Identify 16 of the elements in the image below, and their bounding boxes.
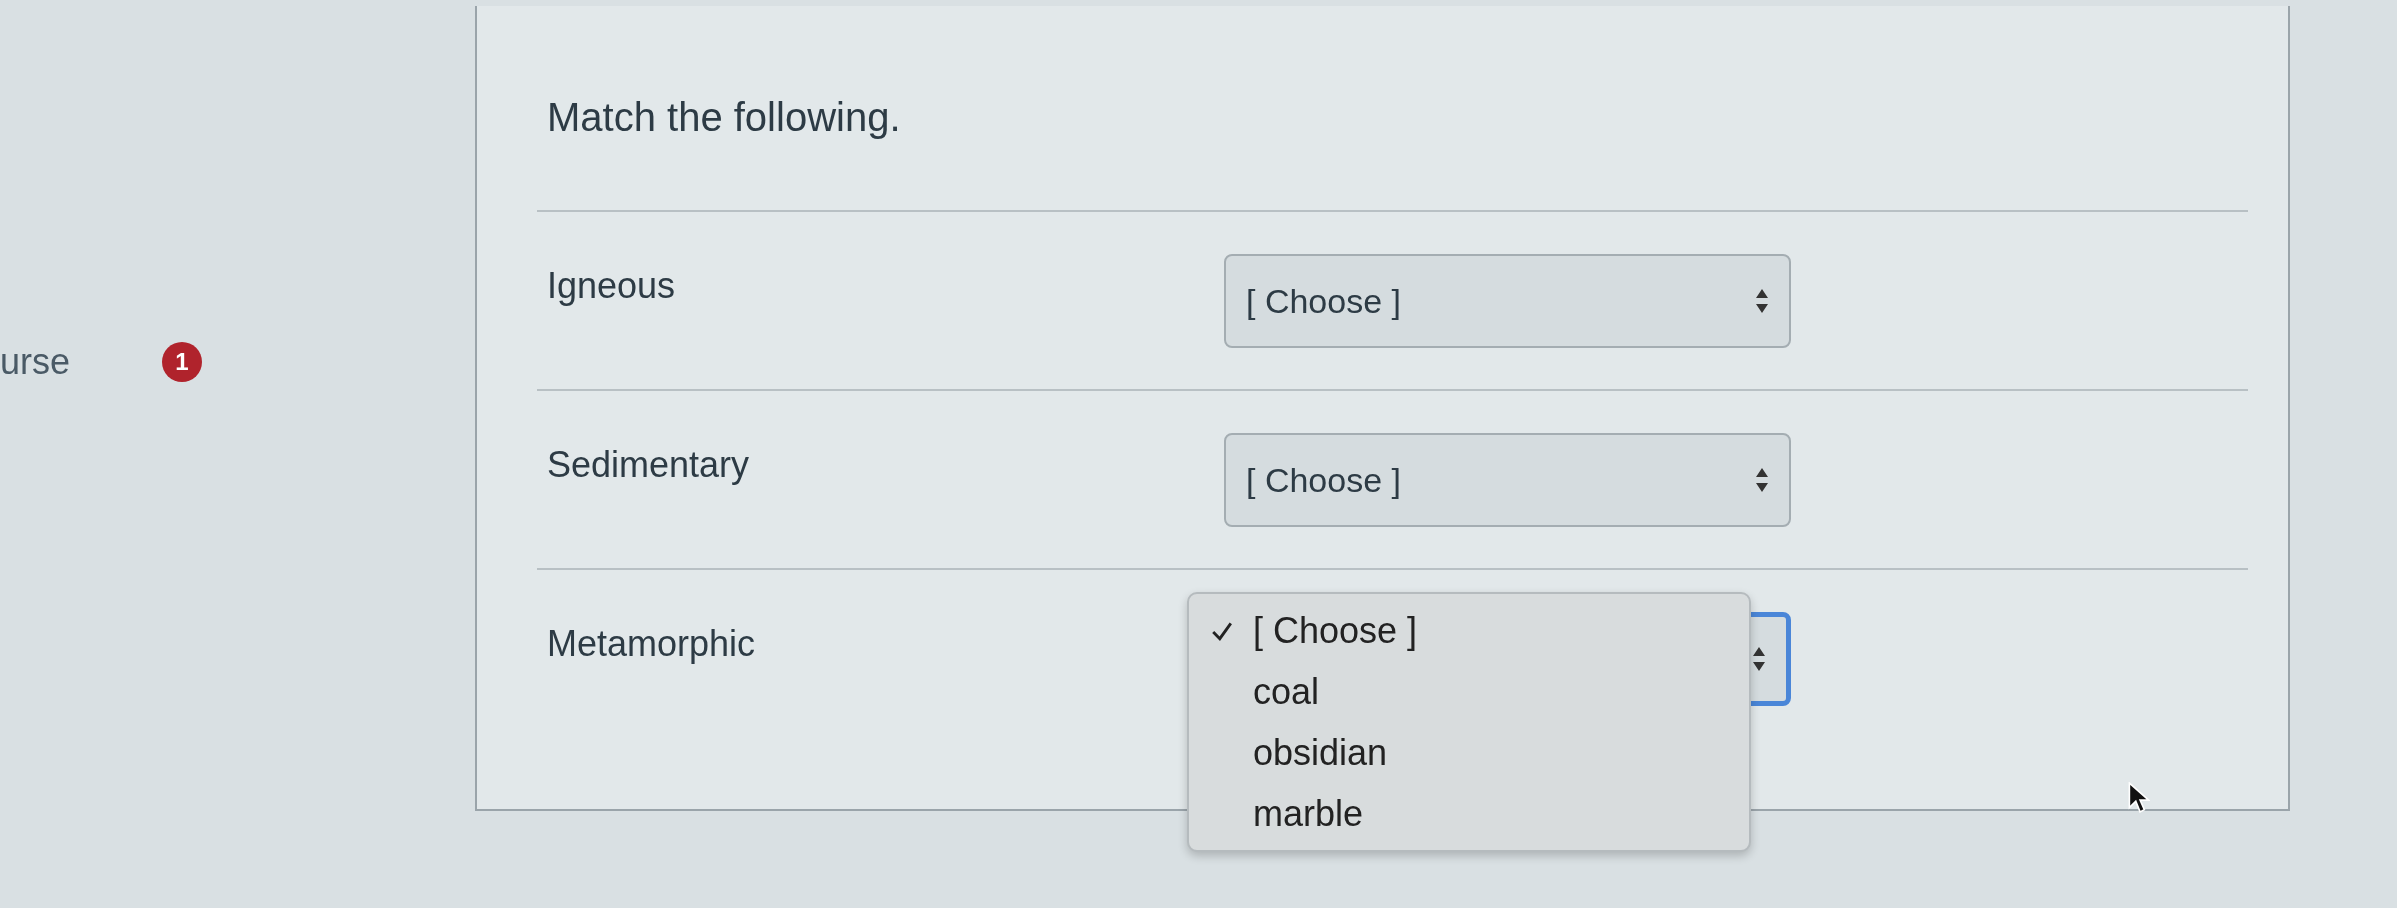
nav-link[interactable]: urse [0,340,71,384]
sort-arrows-icon [1752,646,1766,672]
answer-label: Metamorphic [547,623,756,664]
answer-dropdown[interactable]: [ Choose ] [1224,254,1791,348]
dropdown-option[interactable]: [ Choose ] [1253,609,1418,652]
answer-label: Igneous [547,265,676,306]
sort-arrows-icon [1755,467,1769,493]
answer-dropdown[interactable]: [ Choose ] [1224,433,1791,527]
answer-label: Sedimentary [547,444,750,485]
dropdown-option[interactable]: coal [1253,670,1320,713]
mouse-pointer-icon [2128,782,2150,814]
dropdown-option[interactable]: marble [1253,792,1364,835]
sort-arrows-icon [1755,288,1769,314]
dropdown-option[interactable]: obsidian [1253,731,1388,774]
question-prompt: Match the following. [547,94,902,141]
count-badge: 1 [162,342,203,382]
